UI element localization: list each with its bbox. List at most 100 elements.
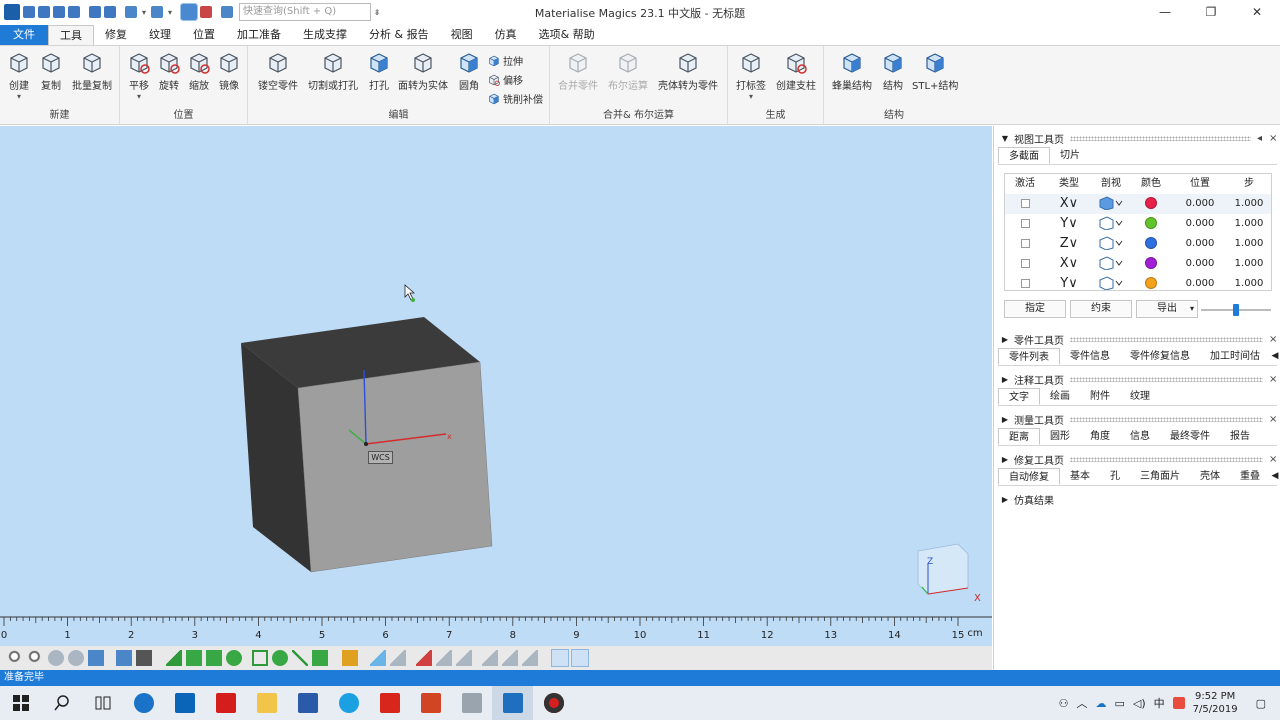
structure-button[interactable]: 结构 [882,52,904,92]
tab-repair[interactable]: 修复 [94,25,138,45]
deselect-icon[interactable] [200,6,212,18]
position-value[interactable]: 0.000 [1177,194,1223,214]
position-value[interactable]: 0.000 [1177,234,1223,254]
tab-circle[interactable]: 圆形 [1040,428,1080,445]
measure-page-close-icon[interactable]: × [1269,414,1280,425]
minimize-button[interactable]: — [1142,0,1188,24]
save-icon[interactable] [53,6,65,18]
section-row[interactable]: X∨ 0.000 1.000 [1005,194,1271,214]
stl-structure-button[interactable]: STL+结构 [912,52,958,92]
export-icon[interactable] [104,6,116,18]
tab-generate-support[interactable]: 生成支撑 [292,25,358,45]
mirror-button[interactable]: 镜像 [218,52,240,92]
merge-parts-button[interactable]: 合并零件 [558,52,598,92]
mark-flat-icon[interactable] [482,650,498,666]
volume-icon[interactable]: ◁) [1133,697,1146,710]
tab-position[interactable]: 位置 [182,25,226,45]
tab-file[interactable]: 文件 [0,25,48,45]
section-slider[interactable] [1201,304,1271,316]
tab-annotation-texture[interactable]: 纹理 [1120,388,1160,405]
mark-shell-icon[interactable] [206,650,222,666]
tabs-left-icon[interactable]: ◀ [1270,348,1280,365]
collapse-icon[interactable]: ▼ [1000,134,1010,143]
tab-attachment[interactable]: 附件 [1080,388,1120,405]
active-checkbox[interactable] [1020,278,1030,288]
mark-plane-icon[interactable] [226,650,242,666]
invert-marking-icon[interactable] [416,650,432,666]
section-row[interactable]: X∨ 0.000 1.000 [1005,254,1271,274]
tab-final-part[interactable]: 最终零件 [1160,428,1220,445]
boolean-button[interactable]: 布尔运算 [608,52,648,92]
app-logo-icon[interactable] [4,4,20,20]
tab-triangles[interactable]: 三角面片 [1130,468,1190,485]
cut-punch-button[interactable]: 切割或打孔 [308,52,358,92]
zoom-icon[interactable] [8,650,24,666]
step-value[interactable]: 1.000 [1231,254,1267,274]
tab-slice[interactable]: 切片 [1050,147,1090,164]
label-button[interactable]: 打标签 ▾ [736,52,766,101]
onedrive-icon[interactable]: ☁ [1096,697,1107,710]
tab-view[interactable]: 视图 [440,25,484,45]
taskbar-ie[interactable] [123,686,164,720]
tab-angle[interactable]: 角度 [1080,428,1120,445]
mark-box-icon[interactable] [252,650,268,666]
view-cube-icon[interactable] [917,543,969,595]
unmark-icon[interactable] [370,650,386,666]
quick-search-input[interactable]: 快速查询(Shift + Q) [239,3,371,21]
task-view-button[interactable] [82,686,123,720]
assign-button[interactable]: 指定 [1004,300,1066,318]
mark-surface-icon[interactable] [186,650,202,666]
expand-icon[interactable]: ▶ [1000,375,1010,384]
axis-type-dropdown[interactable]: Y∨ [1051,274,1087,294]
open-file-icon[interactable] [38,6,50,18]
tab-analysis-report[interactable]: 分析 & 报告 [358,25,440,45]
axis-type-dropdown[interactable]: Z∨ [1051,234,1087,254]
section-row[interactable]: Y∨ 0.000 1.000 [1005,214,1271,234]
tab-text[interactable]: 文字 [998,388,1040,405]
step-value[interactable]: 1.000 [1231,214,1267,234]
batch-copy-button[interactable]: 批量复制 [72,52,112,92]
tab-auto-fix[interactable]: 自动修复 [998,468,1060,485]
offset-button[interactable]: 偏移 [488,72,523,87]
taskbar-app-red[interactable] [205,686,246,720]
search-button[interactable] [41,686,82,720]
tab-report[interactable]: 报告 [1220,428,1260,445]
tab-tools[interactable]: 工具 [48,25,94,45]
create-support-button[interactable]: 创建支柱 [776,52,816,92]
taskbar-window[interactable] [451,686,492,720]
taskbar-skype[interactable] [328,686,369,720]
honeycomb-button[interactable]: 蜂巢结构 [832,52,872,92]
mark-extra-icon[interactable] [502,650,518,666]
mark-triangle-icon[interactable] [166,650,182,666]
view-page-close-icon[interactable]: × [1269,133,1280,144]
axis-type-dropdown[interactable]: X∨ [1051,194,1087,214]
mark-line-icon[interactable] [292,650,308,666]
section-row[interactable]: Y∨ 0.000 1.000 [1005,274,1271,294]
tab-part-list[interactable]: 零件列表 [998,348,1060,365]
fillet-button[interactable]: 圆角 [458,52,480,92]
mark-contour-icon[interactable] [272,650,288,666]
step-value[interactable]: 1.000 [1231,274,1267,294]
axis-type-dropdown[interactable]: Y∨ [1051,214,1087,234]
part-colour-icon[interactable] [342,650,358,666]
tab-part-fix-info[interactable]: 零件修复信息 [1120,348,1200,365]
undo-dropdown-icon[interactable]: ▾ [140,8,148,17]
position-value[interactable]: 0.000 [1177,274,1223,294]
search-options-icon[interactable]: ⇟ [373,8,381,17]
select-part-icon[interactable] [180,3,198,21]
undo-icon[interactable] [125,6,137,18]
expand-marking-icon[interactable] [436,650,452,666]
section-view-icon[interactable] [1093,214,1129,234]
section-view-icon[interactable] [1093,194,1129,214]
expand-icon[interactable]: ▶ [1000,455,1010,464]
view-front-icon[interactable] [116,650,132,666]
expand-icon[interactable]: ▶ [1000,495,1010,504]
section-view-icon[interactable] [1093,274,1129,294]
color-swatch[interactable] [1145,237,1157,249]
constrain-button[interactable]: 约束 [1070,300,1132,318]
part-page-close-icon[interactable]: × [1269,334,1280,345]
view-page-header[interactable]: ▼ 视图工具页 ◂ × [994,129,1280,147]
scale-button[interactable]: 缩放 [188,52,210,92]
copy-button[interactable]: 复制 [40,52,62,92]
step-value[interactable]: 1.000 [1231,194,1267,214]
